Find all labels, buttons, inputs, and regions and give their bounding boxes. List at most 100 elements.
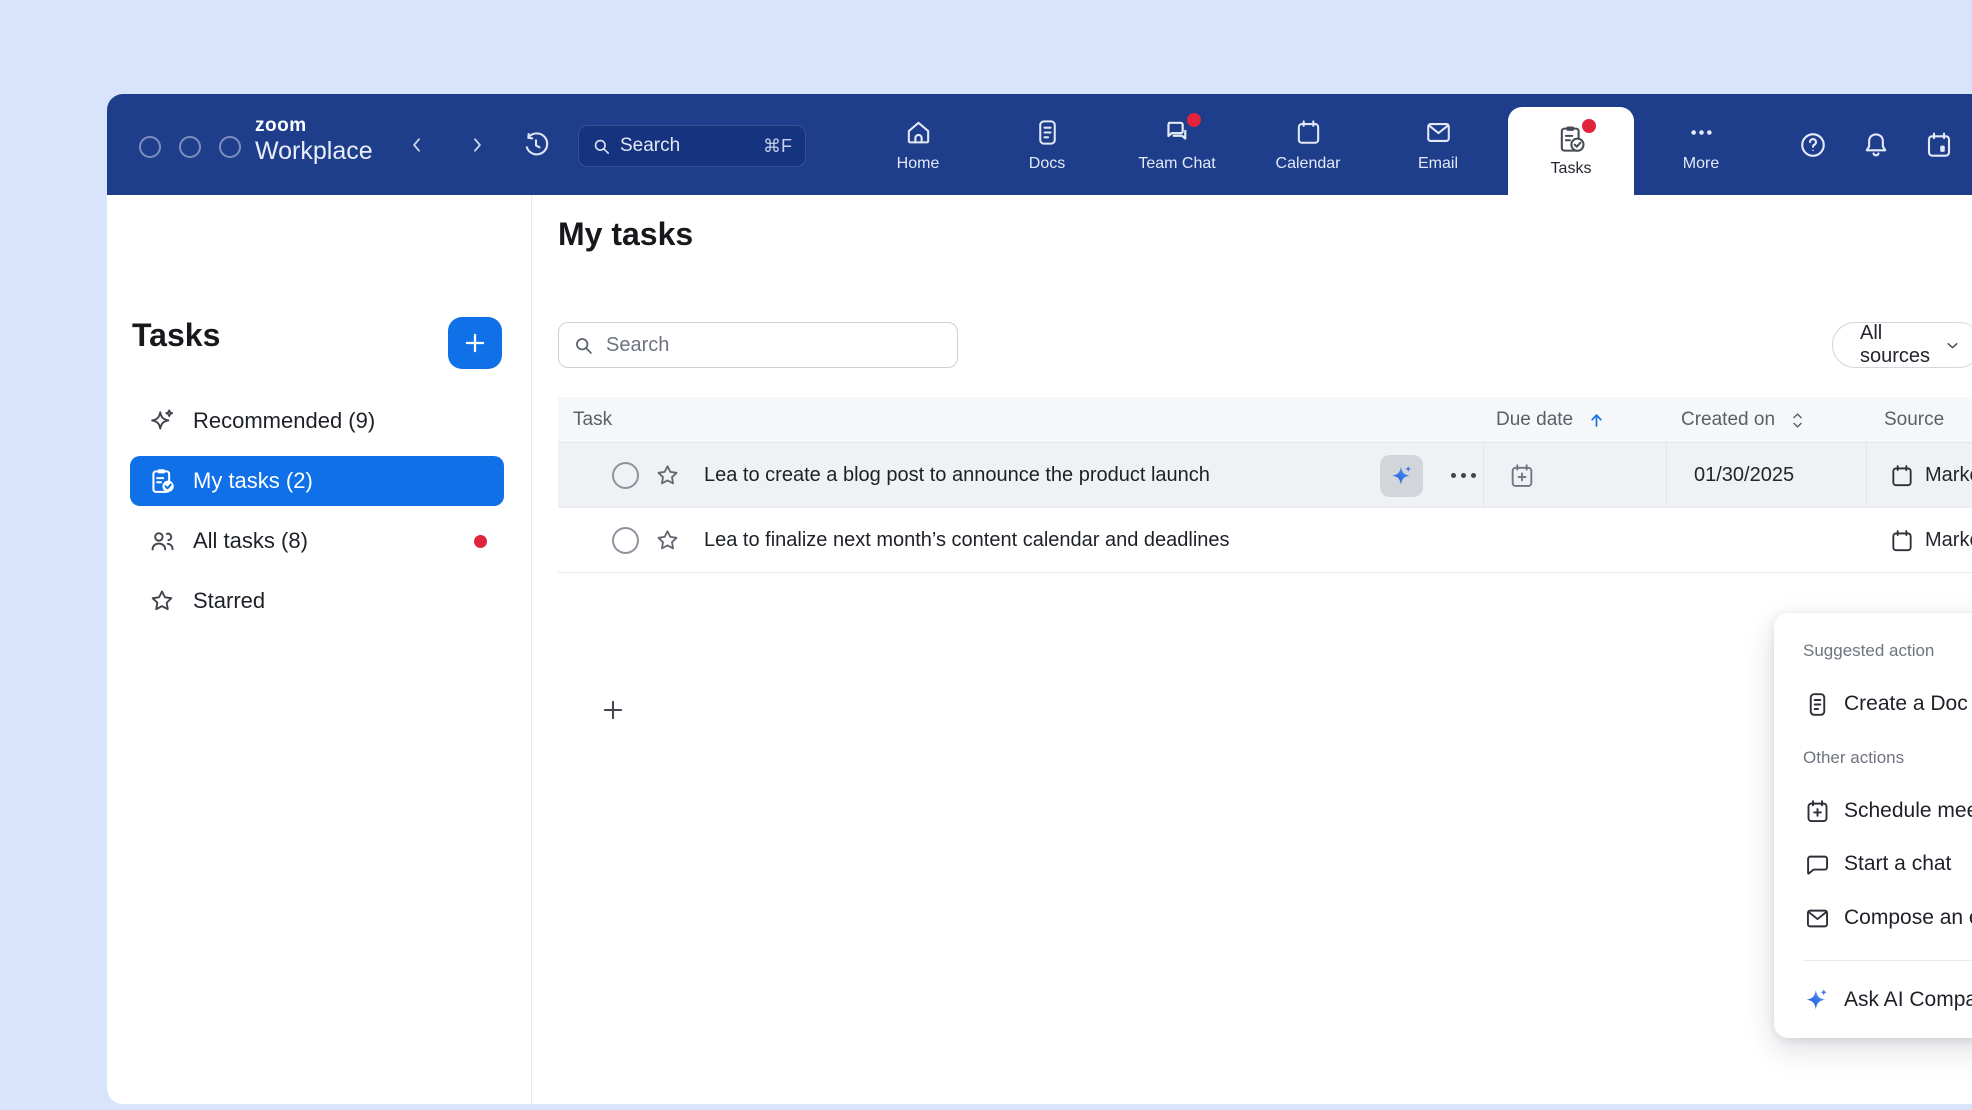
menu-item-ask-ai-companion[interactable]: Ask AI Companion [1774,973,1972,1027]
suggested-actions-menu: Suggested action Create a Doc Other acti… [1774,613,1972,1038]
chat-bubble-icon [1803,850,1831,878]
help-icon [1798,130,1828,160]
tab-tasks[interactable]: Tasks [1508,107,1634,195]
people-icon [147,526,177,556]
task-checkbox[interactable] [612,443,639,508]
window-control[interactable] [139,136,161,158]
team-chat-icon [1162,117,1193,149]
calendar-plus-icon [1803,797,1831,825]
sidebar: Tasks Recommended (9) [107,195,532,1104]
notification-badge [1582,119,1596,133]
global-search[interactable]: Search ⌘F [578,125,806,167]
tab-email[interactable]: Email [1379,94,1497,195]
row-more-button[interactable] [1451,443,1476,508]
tab-label: Calendar [1276,155,1341,173]
history-button[interactable] [515,124,557,166]
tab-label: Docs [1029,155,1065,173]
sidebar-title: Tasks [132,317,220,354]
sparkle-icon [147,406,177,436]
ai-companion-button[interactable] [1380,443,1423,508]
sidebar-item-recommended[interactable]: Recommended (9) [130,396,504,446]
tab-docs[interactable]: Docs [988,94,1106,195]
task-row[interactable]: Lea to finalize next month’s content cal… [558,508,1972,573]
menu-section-label: Other actions [1803,748,1904,768]
doc-icon [1803,690,1831,718]
menu-item-label: Schedule meeting [1844,799,1972,823]
menu-item-label: Start a chat [1844,852,1951,876]
window-control[interactable] [179,136,201,158]
task-search[interactable] [558,322,958,368]
task-checkbox[interactable] [612,508,639,573]
notifications-button[interactable] [1855,124,1897,166]
sidebar-item-all-tasks[interactable]: All tasks (8) [130,516,504,566]
help-button[interactable] [1792,124,1834,166]
source-filter-dropdown[interactable]: All sources [1832,322,1972,368]
menu-item-start-chat[interactable]: Start a chat [1774,837,1972,891]
tab-label: Tasks [1551,160,1592,178]
sort-both-icon [1789,411,1806,430]
due-date-add[interactable] [1508,443,1536,508]
star-icon [147,586,177,616]
bell-icon [1861,130,1891,160]
brand-product: Workplace [255,139,373,164]
source-cell: Marketing [1889,443,1972,508]
top-bar: zoom Workplace Search ⌘F [107,94,1972,195]
app-window: zoom Workplace Search ⌘F [107,94,1972,1104]
sidebar-list: Recommended (9) My tasks (2) [130,396,504,636]
tab-team-chat[interactable]: Team Chat [1118,94,1236,195]
sidebar-item-label: Recommended (9) [193,408,375,434]
ai-companion-icon [1389,463,1415,489]
calendar-shortcut-button[interactable] [1918,124,1960,166]
plus-icon [462,330,488,356]
menu-item-schedule-meeting[interactable]: Schedule meeting [1774,784,1972,838]
email-icon [1803,904,1831,932]
chevron-down-icon [1944,337,1961,354]
star-toggle[interactable] [654,508,681,573]
calendar-icon [1889,528,1915,554]
sidebar-item-starred[interactable]: Starred [130,576,504,626]
unread-badge [474,535,487,548]
calendar-day-icon [1924,130,1954,160]
tab-label: Home [897,155,940,173]
calendar-icon [1889,463,1915,489]
main-content: My tasks All sources Task Due date [533,195,1972,1104]
tab-label: More [1683,155,1719,173]
forward-button[interactable] [458,126,496,164]
column-created-on[interactable]: Created on [1681,397,1806,443]
tab-calendar[interactable]: Calendar [1249,94,1367,195]
global-search-placeholder: Search [620,135,680,157]
menu-item-create-doc[interactable]: Create a Doc [1774,677,1972,731]
search-icon [592,137,611,156]
sidebar-item-my-tasks[interactable]: My tasks (2) [130,456,504,506]
back-button[interactable] [398,126,436,164]
tab-home[interactable]: Home [859,94,977,195]
add-row-button[interactable] [593,690,633,730]
column-divider [1483,443,1484,507]
star-icon [654,462,681,489]
column-task: Task [573,397,612,443]
sidebar-item-label: All tasks (8) [193,528,308,554]
add-task-button[interactable] [448,317,502,369]
window-control[interactable] [219,136,241,158]
email-icon [1424,117,1453,149]
plus-icon [600,697,626,723]
star-toggle[interactable] [654,443,681,508]
task-search-input[interactable] [606,334,906,357]
task-row[interactable]: Lea to create a blog post to announce th… [558,443,1972,508]
source-filter-value: All sources [1860,322,1930,368]
menu-section-label: Suggested action [1803,641,1934,661]
column-divider [1866,443,1867,507]
column-source: Source [1884,397,1944,443]
page-title: My tasks [558,216,693,253]
menu-item-label: Ask AI Companion [1844,988,1972,1012]
more-icon [1687,117,1716,149]
task-title: Lea to create a blog post to announce th… [704,443,1210,508]
menu-item-compose-email[interactable]: Compose an email [1774,891,1972,945]
task-title: Lea to finalize next month’s content cal… [704,508,1230,573]
column-divider [1666,443,1667,507]
clipboard-check-icon [147,466,177,496]
search-icon [573,335,594,356]
tab-label: Email [1418,155,1458,173]
tab-more[interactable]: More [1642,94,1760,195]
column-due-date[interactable]: Due date [1496,397,1606,443]
